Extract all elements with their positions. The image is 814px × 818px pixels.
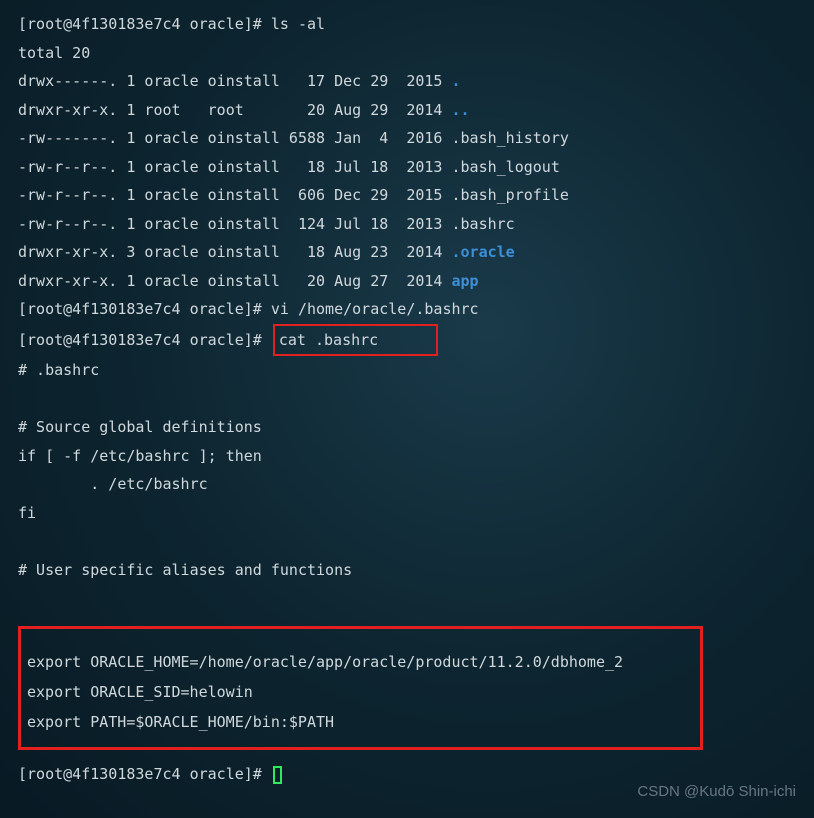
highlight-box-command: cat .bashrc xyxy=(273,324,439,357)
bashrc-line: # User specific aliases and functions xyxy=(18,556,796,585)
export-line: export ORACLE_HOME=/home/oracle/app/orac… xyxy=(27,647,694,677)
ls-row: drwxr-xr-x. 1 root root 20 Aug 29 2014 .… xyxy=(18,96,796,125)
prompt: [root@4f130183e7c4 oracle]# xyxy=(18,300,262,318)
bashrc-line: if [ -f /etc/bashrc ]; then xyxy=(18,442,796,471)
cursor-icon[interactable] xyxy=(273,766,282,784)
file-name: .bash_profile xyxy=(451,186,568,204)
ls-listing: drwx------. 1 oracle oinstall 17 Dec 29 … xyxy=(18,67,796,295)
command-line-ls: [root@4f130183e7c4 oracle]# ls -al xyxy=(18,10,796,39)
command-text: cat .bashrc xyxy=(279,331,378,349)
export-line: export PATH=$ORACLE_HOME/bin:$PATH xyxy=(27,707,694,737)
ls-row: -rw-r--r--. 1 oracle oinstall 18 Jul 18 … xyxy=(18,153,796,182)
ls-row: drwx------. 1 oracle oinstall 17 Dec 29 … xyxy=(18,67,796,96)
command-text: vi /home/oracle/.bashrc xyxy=(271,300,479,318)
ls-total: total 20 xyxy=(18,39,796,68)
file-name: .. xyxy=(451,101,469,119)
ls-row: -rw-r--r--. 1 oracle oinstall 124 Jul 18… xyxy=(18,210,796,239)
file-name: .bash_history xyxy=(451,129,568,147)
command-line-vi: [root@4f130183e7c4 oracle]# vi /home/ora… xyxy=(18,295,796,324)
blank-line xyxy=(18,527,796,556)
command-line-cat: [root@4f130183e7c4 oracle]# cat .bashrc xyxy=(18,324,796,357)
file-name: .bashrc xyxy=(451,215,514,233)
file-name: app xyxy=(451,272,478,290)
prompt: [root@4f130183e7c4 oracle]# xyxy=(18,765,262,783)
file-name: .oracle xyxy=(451,243,514,261)
ls-row: drwxr-xr-x. 1 oracle oinstall 20 Aug 27 … xyxy=(18,267,796,296)
bashrc-line: . /etc/bashrc xyxy=(18,470,796,499)
bashrc-line: # .bashrc xyxy=(18,356,796,385)
ls-row: drwxr-xr-x. 3 oracle oinstall 18 Aug 23 … xyxy=(18,238,796,267)
bashrc-line: fi xyxy=(18,499,796,528)
file-name: . xyxy=(451,72,460,90)
highlight-box-exports: export ORACLE_HOME=/home/oracle/app/orac… xyxy=(18,626,703,750)
prompt: [root@4f130183e7c4 oracle]# xyxy=(18,331,262,349)
ls-row: -rw-r--r--. 1 oracle oinstall 606 Dec 29… xyxy=(18,181,796,210)
command-text: ls -al xyxy=(271,15,325,33)
bashrc-line: # Source global definitions xyxy=(18,413,796,442)
blank-line xyxy=(18,385,796,414)
prompt: [root@4f130183e7c4 oracle]# xyxy=(18,15,262,33)
watermark: CSDN @Kudō Shin-ichi xyxy=(637,778,796,807)
ls-row: -rw-------. 1 oracle oinstall 6588 Jan 4… xyxy=(18,124,796,153)
file-name: .bash_logout xyxy=(451,158,559,176)
export-line: export ORACLE_SID=helowin xyxy=(27,677,694,707)
